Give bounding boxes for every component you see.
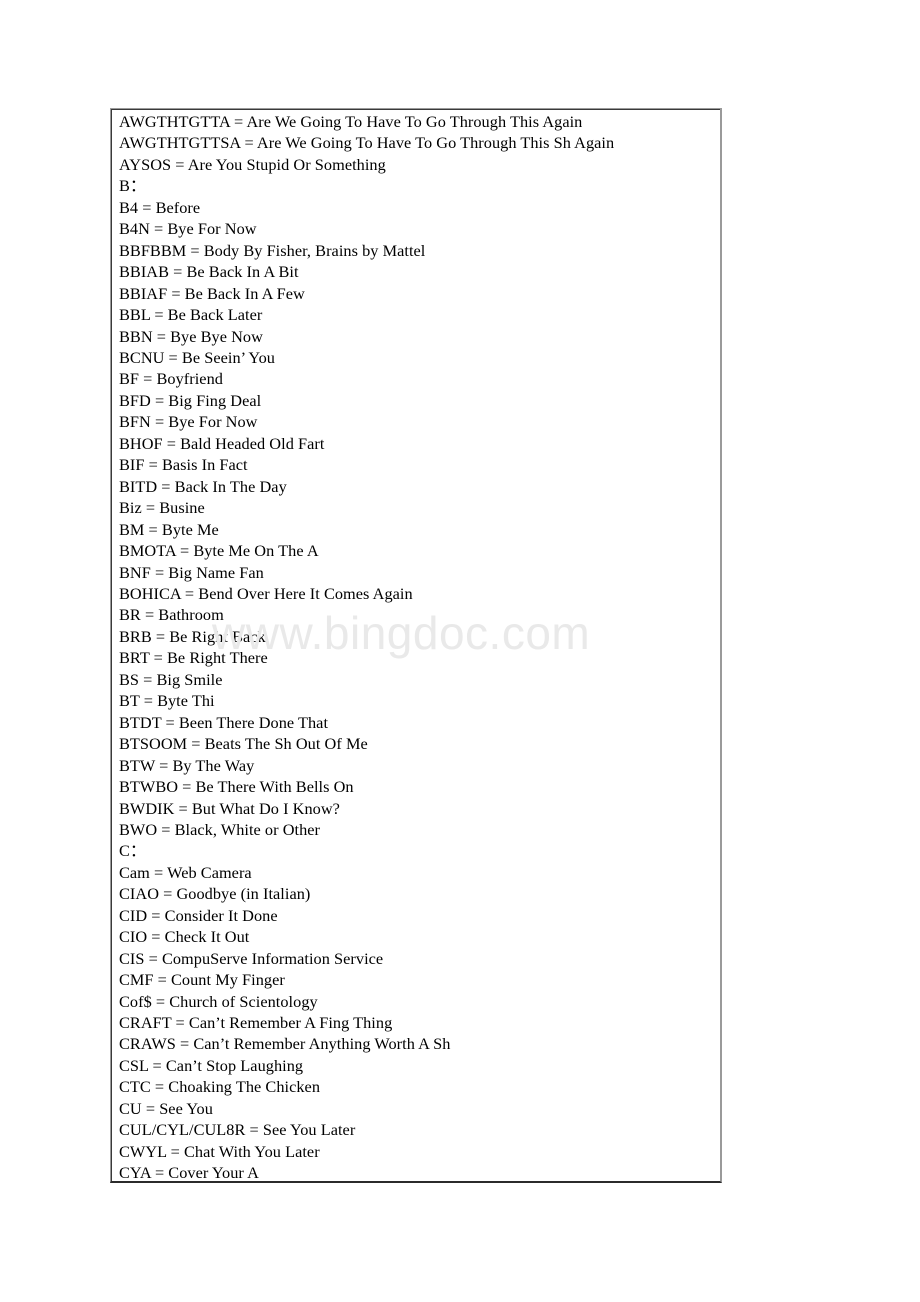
- glossary-entry: BBN = Bye Bye Now: [119, 326, 263, 346]
- glossary-entry: BR = Bathroom: [119, 605, 224, 625]
- glossary-entry: CUL/CYL/CUL8R = See You Later: [119, 1120, 356, 1140]
- glossary-entry: BBIAB = Be Back In A Bit: [119, 262, 299, 282]
- glossary-entry: CIAO = Goodbye (in Italian): [119, 884, 311, 904]
- glossary-entry: BWO = Black, White or Other: [119, 819, 321, 839]
- glossary-section-heading: B：: [119, 176, 147, 196]
- glossary-entry: CYA = Cover Your A: [119, 1163, 259, 1183]
- glossary-entry: BNF = Big Name Fan: [119, 562, 264, 582]
- glossary-entry: BOHICA = Bend Over Here It Comes Again: [119, 583, 413, 603]
- glossary-entry: CIO = Check It Out: [119, 927, 250, 947]
- glossary-entry: CWYL = Chat With You Later: [119, 1141, 320, 1161]
- glossary-entry: CID = Consider It Done: [119, 905, 278, 925]
- glossary-entry: Cam = Web Camera: [119, 862, 252, 882]
- glossary-entry: Biz = Busine: [119, 498, 205, 518]
- glossary-entry: BT = Byte Thi: [119, 691, 215, 711]
- glossary-entry: CTC = Choaking The Chicken: [119, 1077, 321, 1097]
- glossary-entry: BTWBO = Be There With Bells On: [119, 777, 354, 797]
- glossary-entry: CU = See You: [119, 1098, 213, 1118]
- glossary-entry: BRT = Be Right There: [119, 648, 268, 668]
- glossary-entry: BHOF = Bald Headed Old Fart: [119, 433, 325, 453]
- glossary-entry: BIF = Basis In Fact: [119, 455, 248, 475]
- glossary-entry: BCNU = Be Seein’ You: [119, 347, 275, 367]
- glossary-entry: BMOTA = Byte Me On The A: [119, 541, 319, 561]
- glossary-entry: BWDIK = But What Do I Know?: [119, 798, 340, 818]
- glossary-box: AWGTHTGTTA = Are We Going To Have To Go …: [110, 108, 722, 1183]
- glossary-entry: BFN = Bye For Now: [119, 412, 258, 432]
- glossary-entry: BRB = Be Right Back: [119, 626, 266, 646]
- glossary-entry: BTDT = Been There Done That: [119, 712, 329, 732]
- glossary-entry: BBL = Be Back Later: [119, 305, 263, 325]
- glossary-entry: BS = Big Smile: [119, 669, 223, 689]
- glossary-entry: AYSOS = Are You Stupid Or Something: [119, 154, 386, 174]
- glossary-entry: CIS = CompuServe Information Service: [119, 948, 384, 968]
- glossary-entry: BF = Boyfriend: [119, 369, 223, 389]
- glossary-entry: BM = Byte Me: [119, 519, 219, 539]
- glossary-entry: B4 = Before: [119, 197, 201, 217]
- glossary-entry: Cof$ = Church of Scientology: [119, 991, 318, 1011]
- document-page: www.bingdoc.com AWGTHTGTTA = Are We Goin…: [0, 0, 920, 1302]
- glossary-entry: CRAWS = Can’t Remember Anything Worth A …: [119, 1034, 451, 1054]
- glossary-entry: B4N = Bye For Now: [119, 219, 257, 239]
- glossary-entry: BITD = Back In The Day: [119, 476, 287, 496]
- glossary-entry: AWGTHTGTTSA = Are We Going To Have To Go…: [119, 133, 615, 153]
- glossary-entry: BTSOOM = Beats The Sh Out Of Me: [119, 734, 368, 754]
- glossary-entry: BFD = Big Fing Deal: [119, 390, 262, 410]
- glossary-entry: CRAFT = Can’t Remember A Fing Thing: [119, 1013, 393, 1033]
- glossary-entry: BBFBBM = Body By Fisher, Brains by Matte…: [119, 240, 426, 260]
- glossary-list: AWGTHTGTTA = Are We Going To Have To Go …: [119, 111, 718, 1184]
- glossary-section-heading: C：: [119, 841, 147, 861]
- glossary-entry: AWGTHTGTTA = Are We Going To Have To Go …: [119, 112, 583, 131]
- glossary-entry: CSL = Can’t Stop Laughing: [119, 1055, 304, 1075]
- glossary-entry: CMF = Count My Finger: [119, 970, 285, 990]
- glossary-entry: BBIAF = Be Back In A Few: [119, 283, 305, 303]
- glossary-entry: BTW = By The Way: [119, 755, 255, 775]
